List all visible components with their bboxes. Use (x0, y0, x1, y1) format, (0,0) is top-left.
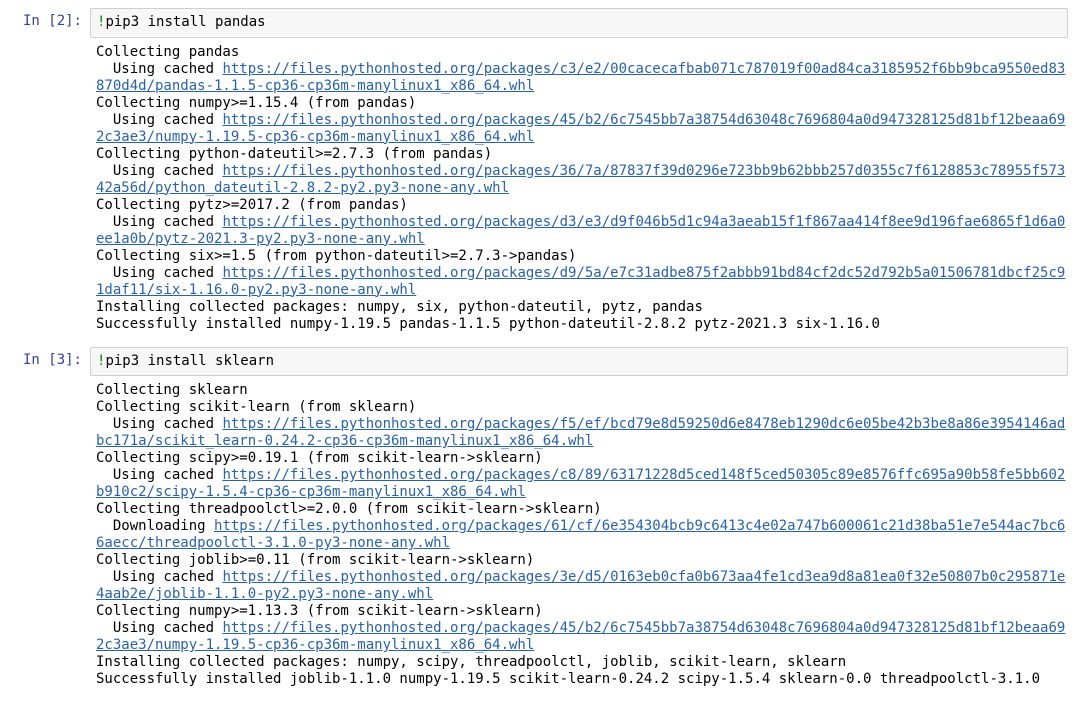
output-cell: Collecting sklearn Collecting scikit-lea… (0, 380, 1080, 688)
notebook-container: In [2]:!pip3 install pandas Collecting pa… (0, 8, 1080, 688)
package-url-link[interactable]: https://files.pythonhosted.org/packages/… (96, 518, 1065, 551)
code-text: pip3 install sklearn (105, 353, 274, 369)
code-cell: In [2]:!pip3 install pandas (0, 8, 1080, 38)
output-text-fragment: Collecting pandas Using cached (96, 44, 239, 77)
output-text-fragment: Installing collected packages: numpy, sc… (96, 654, 1040, 687)
input-prompt: In [2]: (0, 8, 90, 34)
package-url-link[interactable]: https://files.pythonhosted.org/packages/… (96, 214, 1065, 247)
package-url-link[interactable]: https://files.pythonhosted.org/packages/… (96, 620, 1065, 653)
package-url-link[interactable]: https://files.pythonhosted.org/packages/… (96, 569, 1065, 602)
package-url-link[interactable]: https://files.pythonhosted.org/packages/… (96, 163, 1065, 196)
package-url-link[interactable]: https://files.pythonhosted.org/packages/… (96, 112, 1065, 145)
output-text-fragment: Installing collected packages: numpy, si… (96, 299, 880, 332)
package-url-link[interactable]: https://files.pythonhosted.org/packages/… (96, 61, 1065, 94)
output-area: Collecting pandas Using cached https://f… (90, 42, 1068, 333)
input-prompt: In [3]: (0, 347, 90, 373)
code-input[interactable]: !pip3 install pandas (90, 8, 1068, 38)
package-url-link[interactable]: https://files.pythonhosted.org/packages/… (96, 416, 1065, 449)
output-cell: Collecting pandas Using cached https://f… (0, 42, 1080, 333)
output-text: Collecting sklearn Collecting scikit-lea… (96, 382, 1068, 688)
code-text: pip3 install pandas (105, 14, 265, 30)
package-url-link[interactable]: https://files.pythonhosted.org/packages/… (96, 265, 1065, 298)
code-input[interactable]: !pip3 install sklearn (90, 347, 1068, 377)
code-cell: In [3]:!pip3 install sklearn (0, 347, 1080, 377)
output-area: Collecting sklearn Collecting scikit-lea… (90, 380, 1068, 688)
package-url-link[interactable]: https://files.pythonhosted.org/packages/… (96, 467, 1065, 500)
output-text: Collecting pandas Using cached https://f… (96, 44, 1068, 333)
